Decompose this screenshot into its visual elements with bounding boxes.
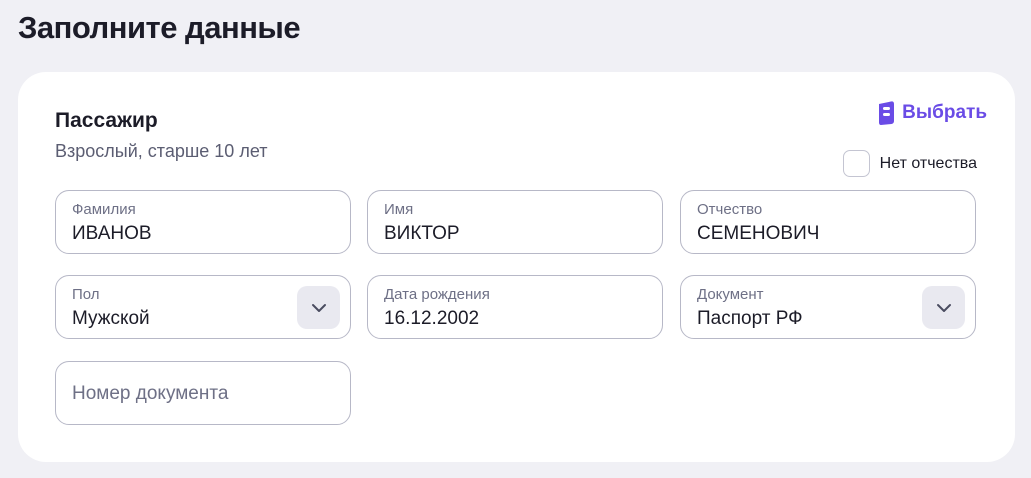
passenger-card: Пассажир Взрослый, старше 10 лет Выбрать… — [18, 72, 1015, 462]
first-name-value[interactable]: ВИКТОР — [384, 223, 460, 245]
first-name-label: Имя — [384, 201, 414, 218]
last-name-field[interactable]: Фамилия ИВАНОВ — [55, 190, 351, 254]
gender-dropdown-button[interactable] — [297, 286, 340, 329]
chevron-down-icon — [311, 303, 326, 312]
patronymic-label: Отчество — [697, 201, 763, 218]
chevron-down-icon — [936, 303, 951, 312]
birth-date-value[interactable]: 16.12.2002 — [384, 308, 479, 330]
passenger-card-icon — [876, 101, 898, 125]
no-patronymic-label: Нет отчества — [879, 154, 977, 172]
document-number-field[interactable]: Номер документа — [55, 361, 351, 425]
passenger-subtitle: Взрослый, старше 10 лет — [55, 141, 268, 161]
choose-passenger-label: Выбрать — [902, 102, 987, 123]
last-name-label: Фамилия — [72, 201, 136, 218]
patronymic-value[interactable]: СЕМЕНОВИЧ — [697, 223, 819, 245]
document-value[interactable]: Паспорт РФ — [697, 308, 803, 330]
last-name-value[interactable]: ИВАНОВ — [72, 223, 152, 245]
document-select[interactable]: Документ Паспорт РФ — [680, 275, 976, 339]
document-label: Документ — [697, 286, 764, 303]
no-patronymic-toggle[interactable]: Нет отчества — [842, 150, 977, 177]
choose-passenger-button[interactable]: Выбрать — [876, 101, 987, 125]
passenger-title: Пассажир — [55, 109, 158, 132]
birth-date-field[interactable]: Дата рождения 16.12.2002 — [367, 275, 663, 339]
gender-select[interactable]: Пол Мужской — [55, 275, 351, 339]
gender-value[interactable]: Мужской — [72, 308, 150, 330]
page-title: Заполните данные — [18, 10, 301, 45]
patronymic-field[interactable]: Отчество СЕМЕНОВИЧ — [680, 190, 976, 254]
document-dropdown-button[interactable] — [922, 286, 965, 329]
no-patronymic-checkbox[interactable] — [842, 150, 870, 177]
gender-label: Пол — [72, 286, 100, 303]
birth-date-label: Дата рождения — [384, 286, 490, 303]
document-number-placeholder: Номер документа — [72, 383, 229, 404]
first-name-field[interactable]: Имя ВИКТОР — [367, 190, 663, 254]
